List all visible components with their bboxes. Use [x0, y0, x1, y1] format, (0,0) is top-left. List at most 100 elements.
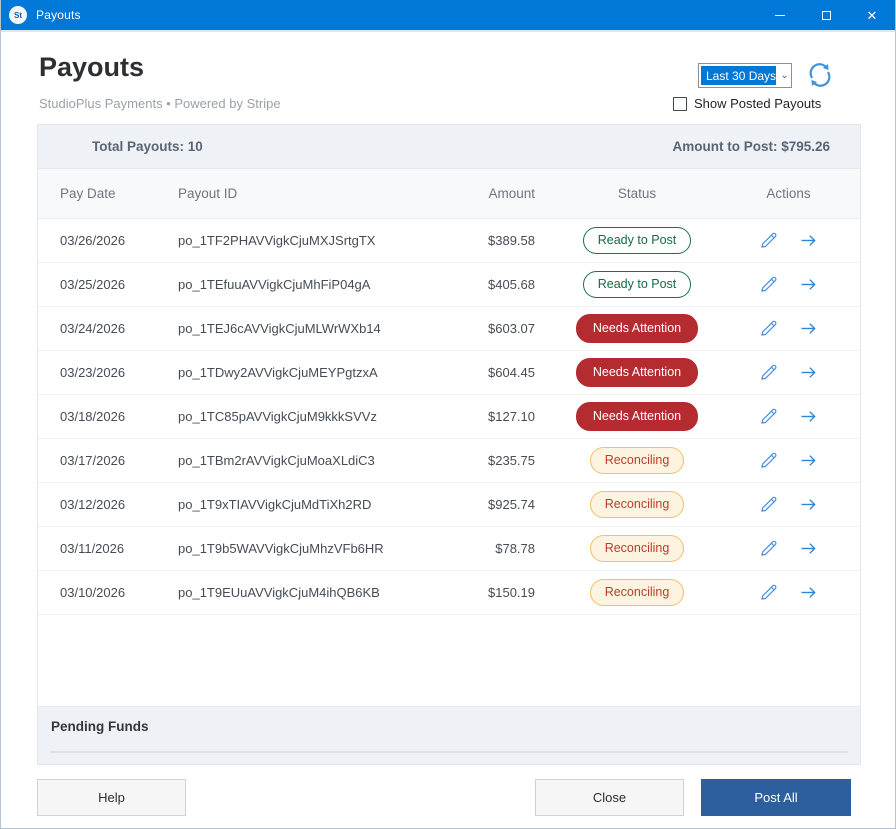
pencil-icon [758, 274, 779, 295]
table-row: 03/10/2026 po_1T9EUuAVVigkCjuM4ihQB6KB $… [38, 571, 860, 615]
page-title: Payouts [39, 52, 144, 83]
payout-id-cell: po_1TEJ6cAVVigkCjuMLWrWXb14 [178, 321, 458, 336]
status-badge: Reconciling [590, 491, 685, 518]
arrow-right-icon [798, 582, 819, 603]
page-subtitle: StudioPlus Payments • Powered by Stripe [39, 96, 281, 111]
status-badge: Needs Attention [576, 358, 698, 387]
show-posted-checkbox[interactable] [673, 97, 687, 111]
pay-date-cell: 03/25/2026 [60, 277, 178, 292]
help-button[interactable]: Help [37, 779, 186, 816]
pencil-icon [758, 406, 779, 427]
amount-cell: $389.58 [458, 233, 535, 248]
total-payouts: Total Payouts: 10 [92, 139, 203, 154]
table-row: 03/18/2026 po_1TC85pAVVigkCjuM9kkkSVVz $… [38, 395, 860, 439]
pencil-icon [758, 582, 779, 603]
amount-cell: $603.07 [458, 321, 535, 336]
table-row: 03/17/2026 po_1TBm2rAVVigkCjuMoaXLdiC3 $… [38, 439, 860, 483]
date-range-dropdown[interactable]: Last 30 Days ⌄ [698, 63, 792, 88]
pencil-icon [758, 230, 779, 251]
open-payout-button[interactable] [798, 274, 820, 296]
amount-cell: $925.74 [458, 497, 535, 512]
table-row: 03/12/2026 po_1T9xTIAVVigkCjuMdTiXh2RD $… [38, 483, 860, 527]
edit-payout-button[interactable] [758, 318, 780, 340]
pending-funds-title: Pending Funds [51, 719, 149, 734]
pay-date-cell: 03/24/2026 [60, 321, 178, 336]
edit-payout-button[interactable] [758, 230, 780, 252]
pencil-icon [758, 318, 779, 339]
maximize-icon[interactable] [803, 0, 849, 31]
status-badge: Ready to Post [583, 227, 692, 254]
table-row: 03/23/2026 po_1TDwy2AVVigkCjuMEYPgtzxA $… [38, 351, 860, 395]
col-amount: Amount [458, 186, 535, 201]
window-controls: ✕ [757, 0, 895, 31]
pay-date-cell: 03/18/2026 [60, 409, 178, 424]
show-posted-label: Show Posted Payouts [694, 96, 821, 111]
open-payout-button[interactable] [798, 538, 820, 560]
pending-funds-section: Pending Funds [38, 706, 860, 764]
payout-id-cell: po_1T9xTIAVVigkCjuMdTiXh2RD [178, 497, 458, 512]
pay-date-cell: 03/23/2026 [60, 365, 178, 380]
open-payout-button[interactable] [798, 406, 820, 428]
col-payout-id: Payout ID [178, 186, 458, 201]
payout-id-cell: po_1TEfuuAVVigkCjuMhFiP04gA [178, 277, 458, 292]
refresh-button[interactable] [805, 60, 835, 90]
edit-payout-button[interactable] [758, 362, 780, 384]
payout-id-cell: po_1TDwy2AVVigkCjuMEYPgtzxA [178, 365, 458, 380]
edit-payout-button[interactable] [758, 274, 780, 296]
date-range-selected: Last 30 Days [701, 66, 776, 85]
pencil-icon [758, 450, 779, 471]
open-payout-button[interactable] [798, 494, 820, 516]
table-row: 03/25/2026 po_1TEfuuAVVigkCjuMhFiP04gA $… [38, 263, 860, 307]
table-row: 03/11/2026 po_1T9b5WAVVigkCjuMhzVFb6HR $… [38, 527, 860, 571]
arrow-right-icon [798, 362, 819, 383]
arrow-right-icon [798, 274, 819, 295]
payout-id-cell: po_1T9b5WAVVigkCjuMhzVFb6HR [178, 541, 458, 556]
status-badge: Needs Attention [576, 402, 698, 431]
payout-id-cell: po_1TF2PHAVVigkCjuMXJSrtgTX [178, 233, 458, 248]
payouts-card: Total Payouts: 10 Amount to Post: $795.2… [37, 124, 861, 765]
edit-payout-button[interactable] [758, 538, 780, 560]
minimize-icon[interactable] [757, 0, 803, 31]
pending-funds-divider [50, 751, 848, 753]
amount-cell: $235.75 [458, 453, 535, 468]
pay-date-cell: 03/11/2026 [60, 541, 178, 556]
chevron-down-icon: ⌄ [778, 64, 791, 87]
close-icon[interactable]: ✕ [849, 0, 895, 31]
open-payout-button[interactable] [798, 582, 820, 604]
amount-cell: $127.10 [458, 409, 535, 424]
status-badge: Ready to Post [583, 271, 692, 298]
open-payout-button[interactable] [798, 450, 820, 472]
amount-to-post: Amount to Post: $795.26 [672, 139, 830, 154]
pencil-icon [758, 538, 779, 559]
open-payout-button[interactable] [798, 230, 820, 252]
arrow-right-icon [798, 230, 819, 251]
arrow-right-icon [798, 406, 819, 427]
window-title: Payouts [36, 8, 81, 22]
close-button[interactable]: Close [535, 779, 684, 816]
open-payout-button[interactable] [798, 362, 820, 384]
app-logo-icon: St [9, 6, 27, 24]
arrow-right-icon [798, 494, 819, 515]
edit-payout-button[interactable] [758, 582, 780, 604]
pencil-icon [758, 362, 779, 383]
refresh-sync-icon [806, 61, 834, 89]
pay-date-cell: 03/10/2026 [60, 585, 178, 600]
amount-cell: $78.78 [458, 541, 535, 556]
open-payout-button[interactable] [798, 318, 820, 340]
status-badge: Reconciling [590, 579, 685, 606]
title-bar: St Payouts ✕ [1, 0, 895, 32]
pay-date-cell: 03/26/2026 [60, 233, 178, 248]
payouts-window: St Payouts ✕ Payouts StudioPlus Payments… [0, 0, 896, 829]
edit-payout-button[interactable] [758, 494, 780, 516]
table-row: 03/26/2026 po_1TF2PHAVVigkCjuMXJSrtgTX $… [38, 219, 860, 263]
post-all-button[interactable]: Post All [701, 779, 851, 816]
col-actions: Actions [739, 186, 838, 201]
amount-cell: $405.68 [458, 277, 535, 292]
table-header: Pay Date Payout ID Amount Status Actions [38, 169, 860, 219]
pay-date-cell: 03/12/2026 [60, 497, 178, 512]
amount-cell: $150.19 [458, 585, 535, 600]
edit-payout-button[interactable] [758, 406, 780, 428]
show-posted-payouts: Show Posted Payouts [673, 96, 821, 111]
edit-payout-button[interactable] [758, 450, 780, 472]
table-row: 03/24/2026 po_1TEJ6cAVVigkCjuMLWrWXb14 $… [38, 307, 860, 351]
